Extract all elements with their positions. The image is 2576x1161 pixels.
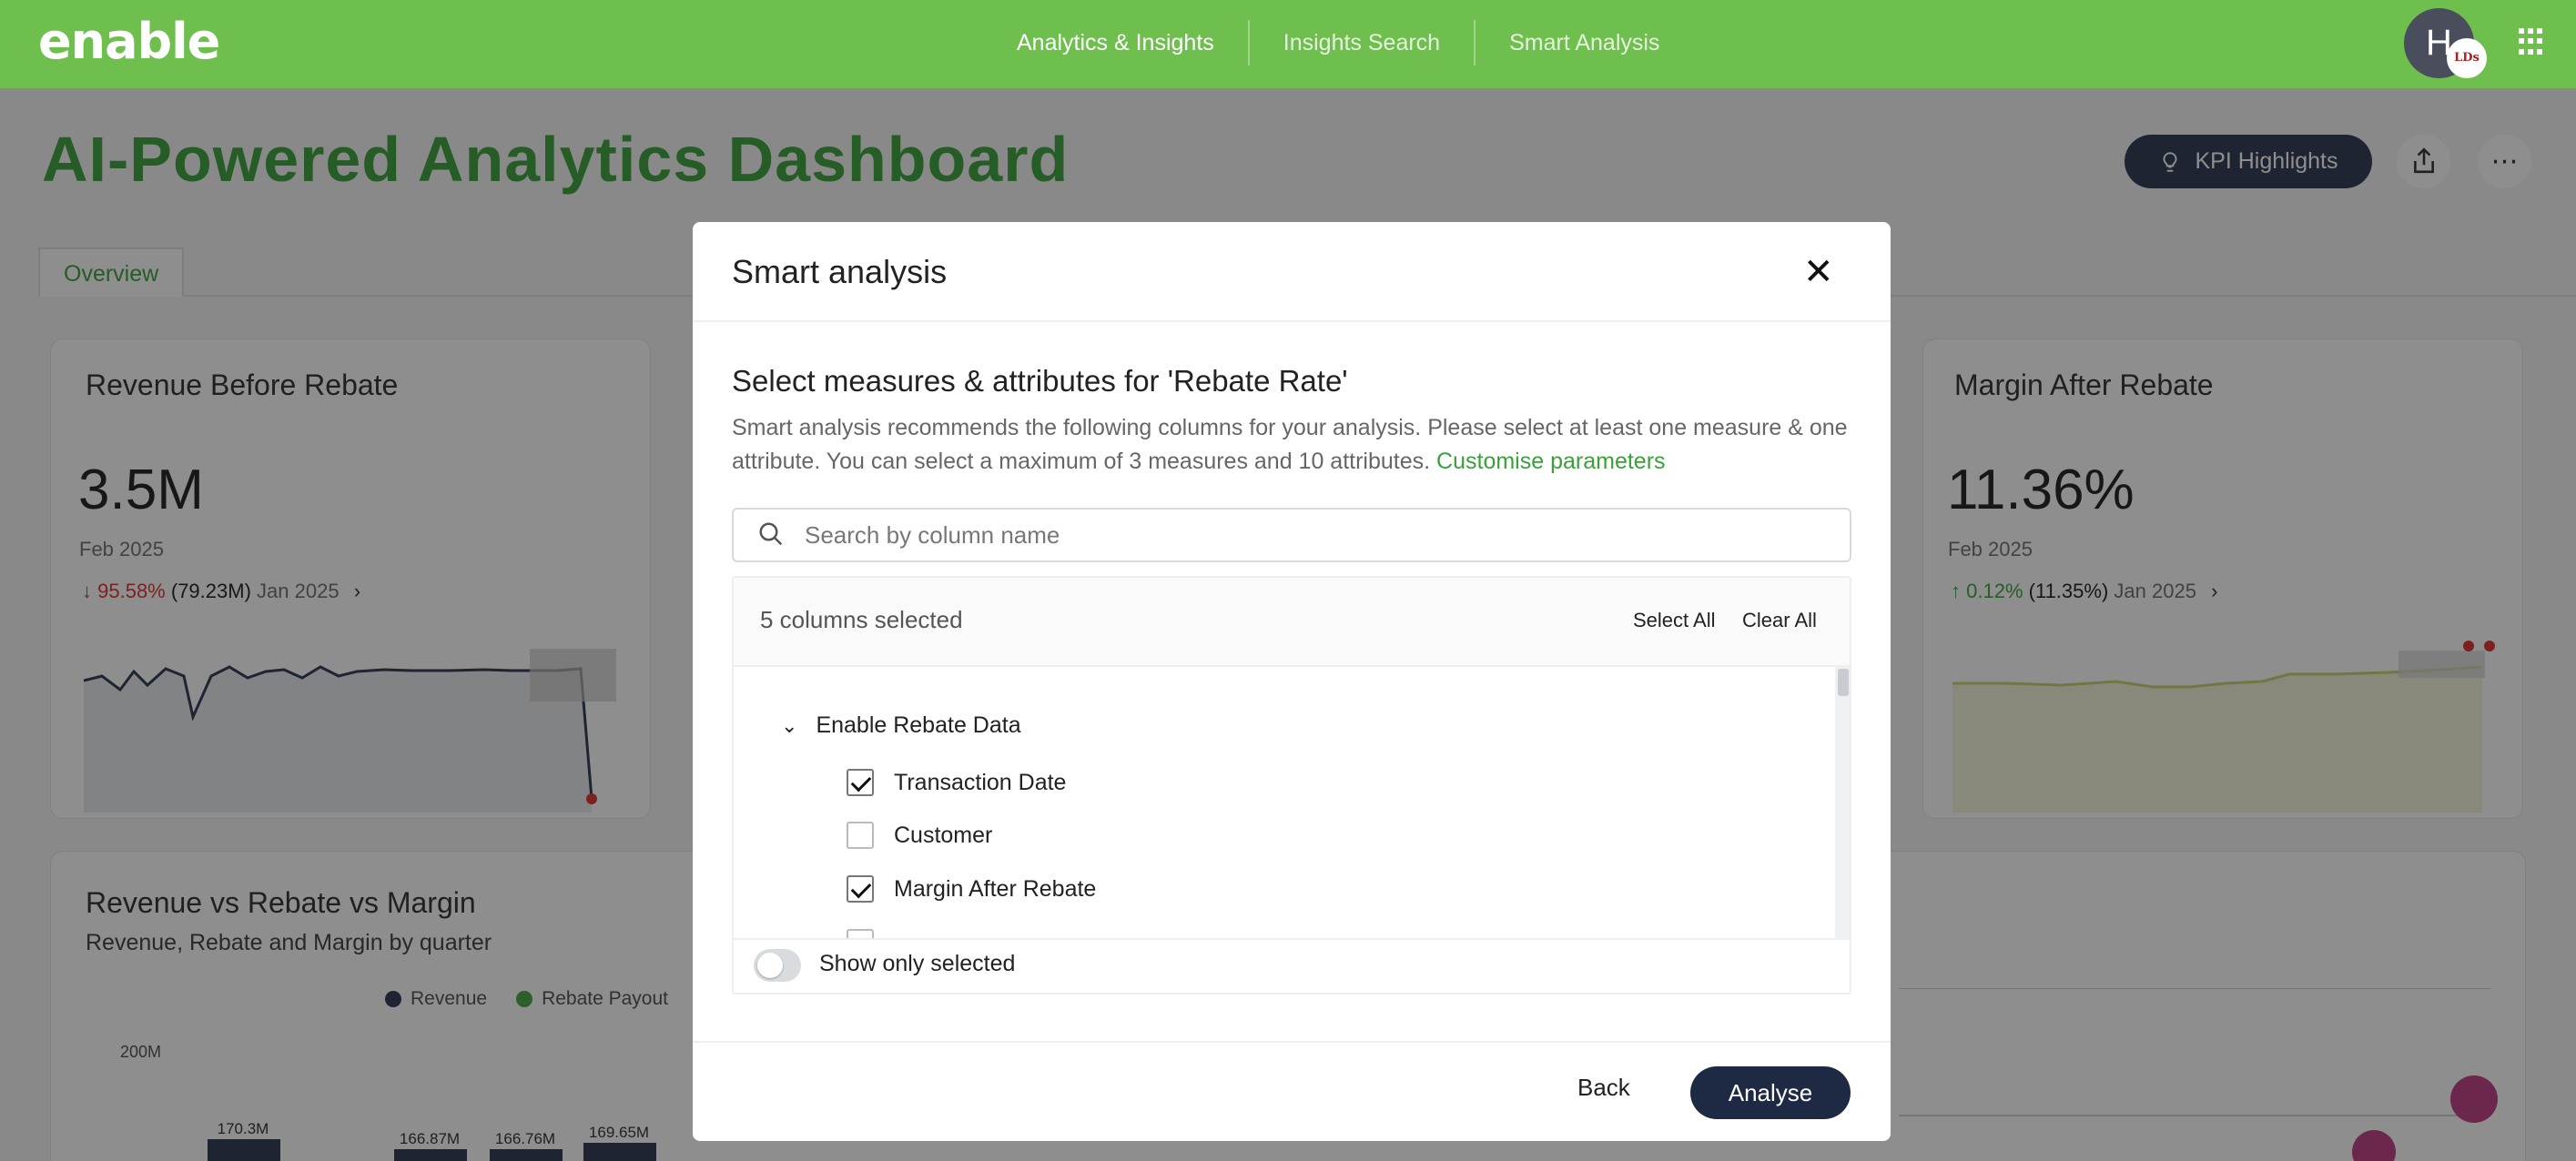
columns-selected-count: 5 columns selected [760,606,963,633]
dialog-title: Smart analysis [732,253,948,290]
checkbox[interactable] [847,929,874,938]
back-button[interactable]: Back [1567,1068,1641,1107]
toggle-knob [757,953,783,978]
column-label: Margin After Rebate [894,875,1097,902]
close-icon[interactable]: ✕ [1803,251,1834,293]
dialog-description: Smart analysis recommends the following … [732,411,1861,479]
main-nav: Analytics & Insights Insights Search Sma… [983,20,1693,66]
dialog-header: Smart analysis ✕ [693,222,1891,322]
column-item-transaction-date[interactable]: Transaction Date [847,769,1066,796]
search-icon [759,522,783,546]
nav-analytics-insights[interactable]: Analytics & Insights [983,20,1248,66]
column-item-margin-after-rebate[interactable]: Margin After Rebate [847,875,1096,903]
chevron-down-icon: ⌄ [781,713,798,737]
columns-panel: 5 columns selected Select All Clear All … [732,576,1851,994]
smart-analysis-dialog: Smart analysis ✕ Select measures & attri… [693,222,1891,1141]
columns-list: ⌄ Enable Rebate Data Transaction Date Cu… [734,667,1850,938]
scrollbar-thumb[interactable] [1838,669,1849,696]
nav-smart-analysis[interactable]: Smart Analysis [1474,20,1693,66]
columns-header: 5 columns selected Select All Clear All [734,578,1850,667]
column-item-partial[interactable] [847,929,874,938]
avatar-badge: LDs [2447,38,2487,78]
column-search [732,508,1851,562]
column-label: Transaction Date [894,769,1067,795]
show-only-selected-toggle[interactable] [754,949,801,982]
group-label: Enable Rebate Data [816,712,1021,738]
checkbox[interactable] [847,769,874,796]
apps-grid-icon[interactable] [2519,28,2546,56]
column-label: Customer [894,822,993,848]
customise-parameters-link[interactable]: Customise parameters [1436,449,1665,474]
search-input[interactable] [805,517,1833,553]
column-item-customer[interactable]: Customer [847,822,992,849]
description-text: Smart analysis recommends the following … [732,415,1848,474]
checkbox[interactable] [847,875,874,903]
top-navigation-bar: enable Analytics & Insights Insights Sea… [0,0,2576,88]
nav-insights-search[interactable]: Insights Search [1247,20,1474,66]
columns-footer: Show only selected [734,938,1850,993]
select-all-button[interactable]: Select All [1633,609,1716,632]
dialog-heading: Select measures & attributes for 'Rebate… [732,364,1348,398]
group-enable-rebate-data[interactable]: ⌄ Enable Rebate Data [781,712,1021,739]
columns-scrollbar[interactable] [1835,667,1850,938]
analyse-button[interactable]: Analyse [1690,1066,1851,1119]
clear-all-button[interactable]: Clear All [1742,609,1817,632]
show-only-selected-label: Show only selected [819,951,1016,976]
checkbox[interactable] [847,822,874,849]
enable-logo[interactable]: enable [38,13,220,70]
dialog-footer: Back Analyse [693,1041,1891,1141]
